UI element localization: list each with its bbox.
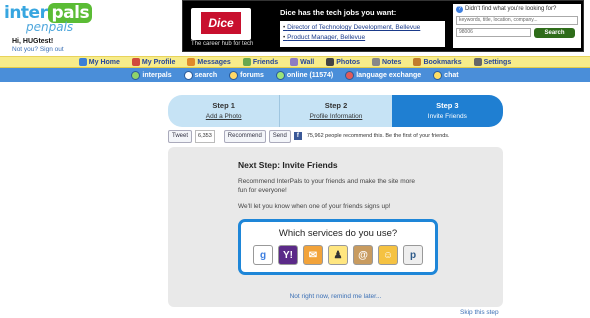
remind-later-link[interactable]: Not right now, remind me later... bbox=[168, 293, 503, 300]
online-icon bbox=[275, 70, 285, 80]
step-2[interactable]: Step 2 Profile Information bbox=[279, 95, 392, 127]
nav-item-label: Messages bbox=[197, 58, 231, 66]
home-icon bbox=[78, 58, 87, 66]
envelope-icon bbox=[187, 58, 196, 66]
subnav-item-search[interactable]: search bbox=[183, 70, 218, 80]
social-bar: Tweet 6,353 Recommend Send f 75,962 peop… bbox=[168, 129, 450, 143]
nav-item-bookmarks[interactable]: Bookmarks bbox=[413, 58, 462, 66]
services-box: Which services do you use? g Y! ✉ ♟ @ ☺ p bbox=[238, 219, 438, 275]
notes-icon bbox=[372, 58, 380, 66]
nav-item-label: Bookmarks bbox=[423, 58, 462, 66]
services-title: Which services do you use? bbox=[278, 228, 398, 239]
dice-ad-banner[interactable]: Dice The career hub for tech Dice has th… bbox=[182, 0, 584, 52]
friends-icon bbox=[242, 58, 251, 66]
steps-progress: Step 1 Add a Photo Step 2 Profile Informat… bbox=[168, 95, 503, 127]
facebook-icon: f bbox=[293, 132, 302, 140]
fb-recommend-text: 75,962 people recommend this. Be the fir… bbox=[306, 133, 450, 139]
question-icon: ? bbox=[456, 6, 463, 13]
next-step-note: We'll let you know when one of your frie… bbox=[238, 203, 391, 210]
step-3: Step 3 Invite Friends bbox=[391, 95, 503, 127]
subnav-item-label: interpals bbox=[142, 71, 172, 79]
greeting-text: Hi, HUGtest! bbox=[12, 38, 54, 45]
dice-logo[interactable]: Dice bbox=[191, 8, 251, 40]
nav-item-messages[interactable]: Messages bbox=[187, 58, 231, 66]
ad-question: ? Didn't find what you're looking for? bbox=[456, 6, 578, 13]
chat-icon bbox=[433, 70, 443, 80]
header: inter pals penpals Hi, HUGtest! Not you? … bbox=[0, 0, 590, 56]
google-icon[interactable]: g bbox=[253, 245, 273, 265]
subnav-item-label: search bbox=[194, 71, 218, 79]
address-book-icon[interactable]: @ bbox=[353, 245, 373, 265]
ad-job-link[interactable]: Product Manager, Bellevue bbox=[283, 33, 442, 43]
subnav-item-chat[interactable]: chat bbox=[433, 70, 459, 80]
nav-item-wall[interactable]: Wall bbox=[290, 58, 314, 66]
nav-item-label: Photos bbox=[336, 58, 360, 66]
profile-icon bbox=[131, 58, 140, 66]
nav-item-my-profile[interactable]: My Profile bbox=[131, 58, 176, 66]
ad-zip-input[interactable]: 98006 bbox=[456, 28, 531, 37]
plaxo-icon[interactable]: p bbox=[403, 245, 423, 265]
yahoo-icon[interactable]: Y! bbox=[278, 245, 298, 265]
secondary-nav: interpals search forums online (11574) langu… bbox=[0, 68, 590, 82]
tools-icon bbox=[473, 58, 482, 66]
nav-item-friends[interactable]: Friends bbox=[242, 58, 279, 66]
main-nav: My Home My Profile Messages Friends Wall Phot… bbox=[0, 56, 590, 68]
hotmail-icon[interactable]: ✉ bbox=[303, 245, 323, 265]
fb-recommend-button[interactable]: Recommend bbox=[223, 129, 266, 143]
flag-icon bbox=[345, 70, 355, 80]
outlook-icon[interactable]: ☺ bbox=[378, 245, 398, 265]
interpals-icon bbox=[131, 70, 141, 80]
nav-item-label: Settings bbox=[483, 58, 512, 66]
nav-item-label: Friends bbox=[252, 58, 279, 66]
service-icons: g Y! ✉ ♟ @ ☺ p bbox=[253, 245, 423, 267]
camera-icon bbox=[326, 58, 335, 66]
aim-icon[interactable]: ♟ bbox=[328, 245, 348, 265]
next-step-title: Next Step: Invite Friends bbox=[238, 160, 338, 170]
ad-headline: Dice has the tech jobs you want: bbox=[280, 8, 397, 17]
nav-item-photos[interactable]: Photos bbox=[326, 58, 360, 66]
subnav-item-label: online (11574) bbox=[286, 71, 334, 79]
next-step-paragraph: Recommend InterPals to your friends and … bbox=[238, 178, 416, 194]
wall-icon bbox=[290, 58, 299, 66]
nav-item-label: Wall bbox=[300, 58, 315, 66]
interpals-logo[interactable]: inter pals penpals bbox=[4, 3, 104, 35]
nav-item-settings[interactable]: Settings bbox=[473, 58, 512, 66]
nav-item-label: My Home bbox=[88, 58, 120, 66]
dice-tagline: The career hub for tech bbox=[191, 41, 254, 47]
subnav-item-label: language exchange bbox=[356, 71, 422, 79]
invite-panel: Next Step: Invite Friends Recommend Inte… bbox=[168, 147, 503, 307]
search-icon bbox=[183, 70, 193, 80]
tweet-button[interactable]: Tweet bbox=[168, 129, 193, 143]
subnav-item-language-exchange[interactable]: language exchange bbox=[345, 70, 422, 80]
step-1[interactable]: Step 1 Add a Photo bbox=[168, 95, 280, 127]
page: inter pals penpals Hi, HUGtest! Not you? … bbox=[0, 0, 590, 318]
subnav-item-online-11574[interactable]: online (11574) bbox=[275, 70, 334, 80]
ad-job-links: Director of Technology Development, Bell… bbox=[280, 21, 445, 47]
subnav-item-label: chat bbox=[444, 71, 459, 79]
fb-send-button[interactable]: Send bbox=[268, 129, 291, 143]
subnav-item-forums[interactable]: forums bbox=[229, 70, 264, 80]
subnav-item-label: forums bbox=[240, 71, 264, 79]
forums-icon bbox=[229, 70, 239, 80]
book-icon bbox=[413, 58, 422, 66]
nav-item-notes[interactable]: Notes bbox=[372, 58, 401, 66]
subnav-item-interpals[interactable]: interpals bbox=[131, 70, 172, 80]
ad-job-link[interactable]: Director of Technology Development, Bell… bbox=[283, 23, 442, 33]
tweet-count: 6,353 bbox=[195, 129, 215, 143]
nav-item-label: My Profile bbox=[141, 58, 176, 66]
nav-item-label: Notes bbox=[382, 58, 402, 66]
sign-out-link[interactable]: Not you? Sign out bbox=[12, 46, 64, 53]
ad-keyword-input[interactable]: keywords, title, location, company... bbox=[456, 16, 578, 25]
ad-search-button[interactable]: Search bbox=[534, 28, 575, 38]
nav-item-my-home[interactable]: My Home bbox=[78, 58, 120, 66]
ad-search-box: ? Didn't find what you're looking for? ke… bbox=[453, 4, 581, 48]
skip-step-link[interactable]: Skip this step bbox=[460, 309, 499, 316]
